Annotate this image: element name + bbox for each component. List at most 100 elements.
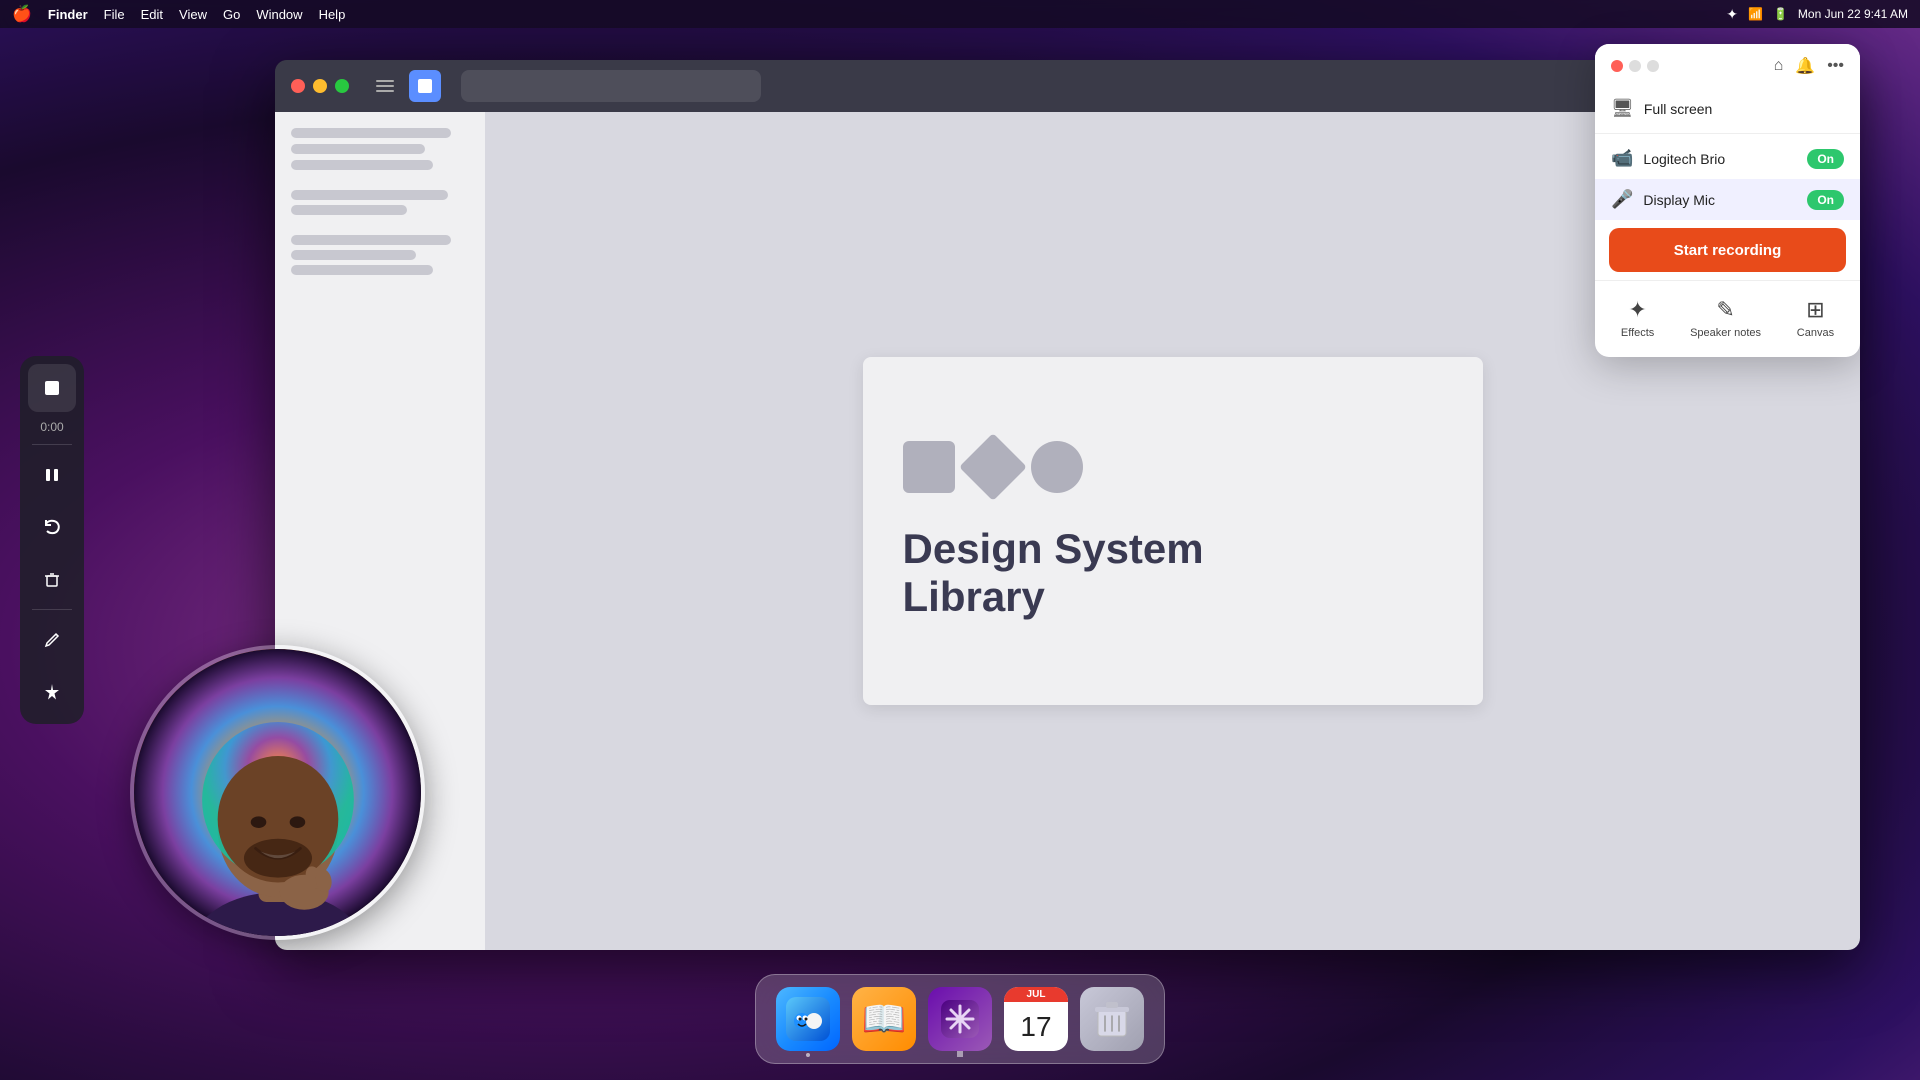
sidebar-section-2: [291, 235, 469, 275]
menubar-help[interactable]: Help: [319, 7, 346, 22]
slide-card: Design System Library: [863, 357, 1483, 706]
fullscreen-label: Full screen: [1644, 101, 1712, 117]
menubar: 🍎 Finder File Edit View Go Window Help ✦…: [0, 0, 1920, 28]
menubar-file[interactable]: File: [104, 7, 125, 22]
dock-item-finder[interactable]: [776, 987, 840, 1051]
camera-toggle[interactable]: On: [1807, 149, 1844, 169]
finder-face-svg: [786, 997, 830, 1041]
menubar-go[interactable]: Go: [223, 7, 240, 22]
toolbar-divider: [32, 444, 72, 445]
wifi-icon[interactable]: 📶: [1748, 7, 1763, 21]
minimize-button[interactable]: [313, 79, 327, 93]
sidebar-line: [291, 128, 451, 138]
close-button[interactable]: [291, 79, 305, 93]
dock-dot: [806, 1053, 810, 1057]
slide-circle-icon: [1031, 441, 1083, 493]
popup-titlebar: ⌂ 🔔 •••: [1595, 44, 1860, 84]
camera-row[interactable]: 📹 Logitech Brio On: [1595, 138, 1860, 179]
dock-item-trash[interactable]: [1080, 987, 1144, 1051]
titlebar-controls: [369, 70, 441, 102]
bell-icon[interactable]: 🔔: [1795, 56, 1815, 76]
slide-title-line2: Library: [903, 573, 1443, 621]
pen-button[interactable]: [28, 616, 76, 664]
popup-body: 🖥 Full screen 📹 Logitech Brio On 🎤 Displ…: [1595, 84, 1860, 357]
pause-icon: [42, 465, 62, 485]
start-recording-label: Start recording: [1674, 242, 1782, 259]
popup-divider-1: [1595, 133, 1860, 134]
hamburger-line: [376, 90, 394, 92]
home-icon[interactable]: ⌂: [1774, 57, 1784, 75]
battery-icon[interactable]: 🔋: [1773, 7, 1788, 21]
person-svg: [134, 649, 421, 936]
view-toggle-button[interactable]: [409, 70, 441, 102]
popup-minimize-button[interactable]: [1629, 60, 1641, 72]
dock-item-books[interactable]: 📖: [852, 987, 916, 1051]
mic-row[interactable]: 🎤 Display Mic On: [1595, 179, 1860, 220]
effects-sparkle-icon: ✦: [1628, 297, 1646, 323]
undo-icon: [42, 517, 62, 537]
stop-icon: [42, 378, 62, 398]
apple-menu[interactable]: 🍎: [12, 4, 32, 24]
popup-close-button[interactable]: [1611, 60, 1623, 72]
camera-row-left: 📹 Logitech Brio: [1611, 148, 1725, 169]
popup-traffic-lights: [1611, 60, 1659, 72]
canvas-button[interactable]: ⊞ Canvas: [1797, 297, 1834, 339]
dock-item-calendar[interactable]: JUL 17: [1004, 987, 1068, 1051]
speaker-notes-button[interactable]: ✎ Speaker notes: [1690, 297, 1761, 339]
calendar-month: JUL: [1004, 987, 1068, 1002]
more-options-icon[interactable]: •••: [1827, 57, 1844, 75]
calendar-day: 17: [1004, 1002, 1068, 1051]
menubar-datetime: Mon Jun 22 9:41 AM: [1798, 7, 1908, 21]
slide-square-icon: [903, 441, 955, 493]
slide-diamond-icon: [959, 433, 1027, 501]
popup-expand-button[interactable]: [1647, 60, 1659, 72]
perplexity-svg: [941, 1000, 979, 1038]
start-recording-button[interactable]: Start recording: [1609, 228, 1846, 272]
sidebar-line: [291, 144, 425, 154]
trash-icon: [42, 569, 62, 589]
dock-item-perplexity[interactable]: [928, 987, 992, 1051]
effects-button[interactable]: ✦ Effects: [1621, 297, 1654, 339]
control-center-icon[interactable]: ✦: [1726, 6, 1738, 23]
undo-button[interactable]: [28, 503, 76, 551]
mic-label: Display Mic: [1643, 192, 1715, 208]
sidebar-toggle-button[interactable]: [369, 70, 401, 102]
calendar-icon: JUL 17: [1004, 987, 1068, 1051]
trash-dock-icon: [1080, 987, 1144, 1051]
monitor-icon: 🖥: [1611, 98, 1634, 119]
stop-recording-button[interactable]: [28, 364, 76, 412]
fullscreen-row-left: 🖥 Full screen: [1611, 98, 1712, 119]
camera-label: Logitech Brio: [1643, 151, 1725, 167]
camera-feed: [134, 649, 421, 936]
sidebar-nav-lines: [291, 128, 469, 170]
menubar-edit[interactable]: Edit: [141, 7, 163, 22]
dock: 📖 JUL 17: [755, 974, 1165, 1064]
maximize-button[interactable]: [335, 79, 349, 93]
dock-indicator: [957, 1051, 963, 1057]
hamburger-line: [376, 80, 394, 82]
grid-icon: [418, 79, 432, 93]
mic-row-left: 🎤 Display Mic: [1611, 189, 1715, 210]
speaker-notes-icon: ✎: [1716, 297, 1734, 323]
popup-header-icons: ⌂ 🔔 •••: [1774, 56, 1844, 76]
search-bar[interactable]: [461, 70, 761, 102]
hamburger-line: [376, 85, 394, 87]
perplexity-icon: [928, 987, 992, 1051]
delete-button[interactable]: [28, 555, 76, 603]
sidebar-line: [291, 160, 433, 170]
recording-popup: ⌂ 🔔 ••• 🖥 Full screen 📹 Logitech Brio On…: [1595, 44, 1860, 357]
menubar-view[interactable]: View: [179, 7, 207, 22]
effects-toolbar-button[interactable]: [28, 668, 76, 716]
sidebar-line: [291, 265, 433, 275]
menubar-right: ✦ 📶 🔋 Mon Jun 22 9:41 AM: [1726, 6, 1908, 23]
sidebar-section: [291, 190, 469, 215]
pause-button[interactable]: [28, 451, 76, 499]
mic-toggle[interactable]: On: [1807, 190, 1844, 210]
fullscreen-row[interactable]: 🖥 Full screen: [1595, 88, 1860, 129]
canvas-label: Canvas: [1797, 327, 1834, 339]
menubar-window[interactable]: Window: [256, 7, 302, 22]
menubar-finder[interactable]: Finder: [48, 7, 88, 22]
pen-icon: [42, 630, 62, 650]
slide-title: Design System Library: [903, 525, 1443, 622]
effects-icon: [42, 682, 62, 702]
